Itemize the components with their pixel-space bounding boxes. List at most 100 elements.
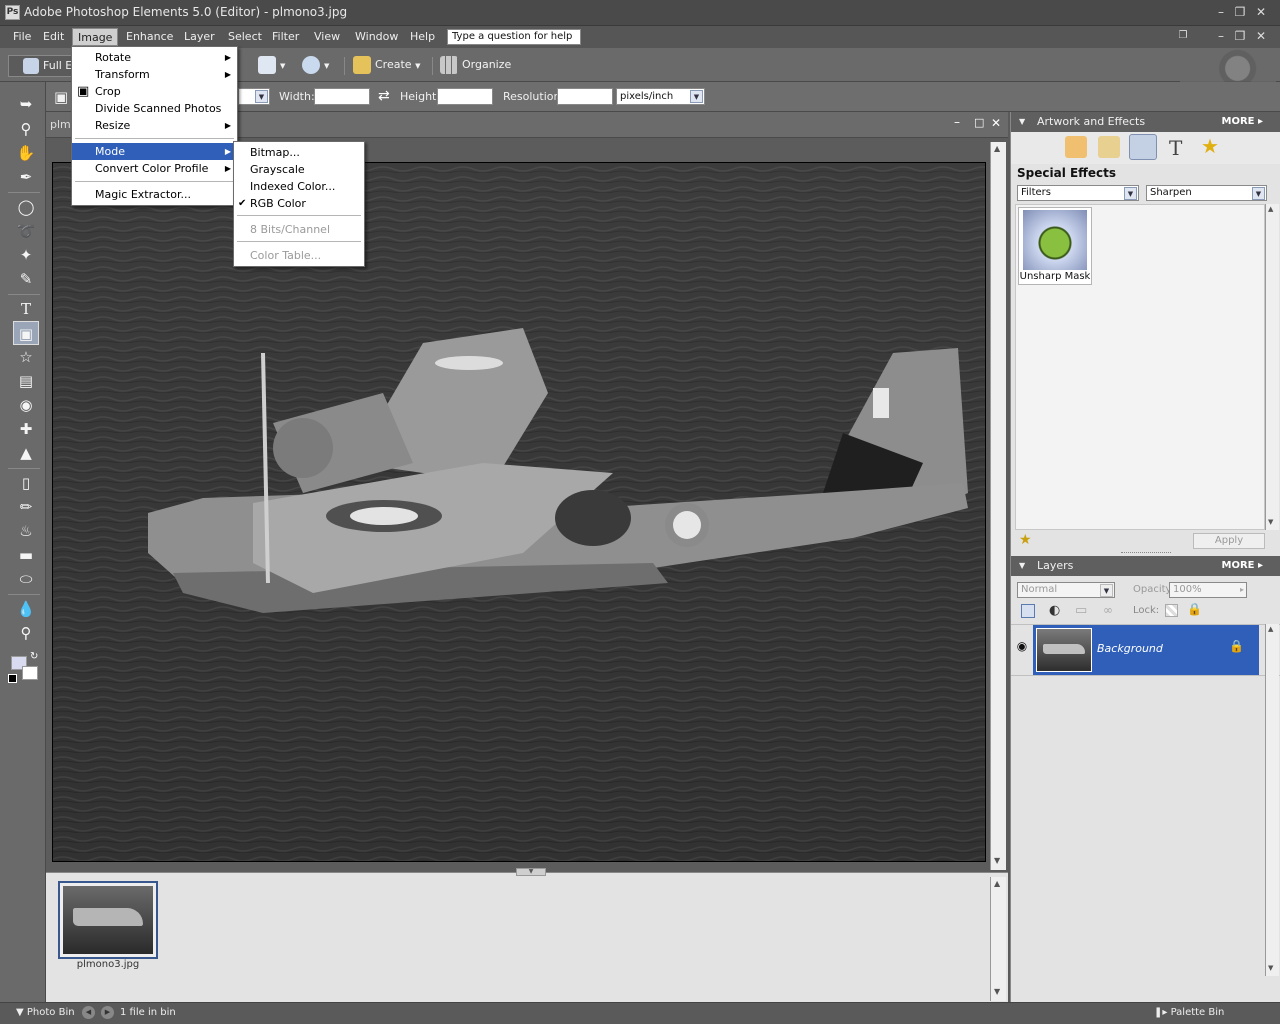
adjustment-layer-icon[interactable]: ◐ xyxy=(1049,603,1060,618)
link-layers-icon[interactable]: ∞ xyxy=(1103,603,1113,617)
help-search-input[interactable]: Type a question for help xyxy=(447,29,581,45)
cookie-cutter-tool-icon[interactable]: ☆ xyxy=(13,345,39,369)
straighten-tool-icon[interactable]: ▤ xyxy=(13,369,39,393)
artwork-more-button[interactable]: MORE ▸ xyxy=(1222,112,1264,132)
artwork-category-icon[interactable] xyxy=(1065,136,1087,158)
menu-image[interactable]: Image xyxy=(72,28,119,46)
photo-thumbnail[interactable] xyxy=(58,881,158,959)
effects-scrollbar[interactable]: ▲ ▼ xyxy=(1265,204,1279,530)
canvas-vertical-scrollbar[interactable]: ▲ ▼ xyxy=(990,142,1006,870)
swap-dimensions-icon[interactable]: ⇄ xyxy=(378,88,390,104)
shape-tool-icon[interactable]: ⬭ xyxy=(13,567,39,591)
favorites-star-icon[interactable]: ★ xyxy=(1201,134,1219,158)
menu-window[interactable]: Window xyxy=(350,28,403,46)
height-input[interactable] xyxy=(437,88,493,105)
menu-view[interactable]: View xyxy=(309,28,345,46)
lock-transparency-icon[interactable] xyxy=(1165,604,1178,617)
filters-select[interactable]: Filters ▼ xyxy=(1017,185,1139,201)
units-select[interactable]: pixels/inch ▼ xyxy=(616,88,705,105)
scroll-up-icon[interactable]: ▲ xyxy=(994,879,1000,888)
menu-help[interactable]: Help xyxy=(405,28,440,46)
lasso-tool-icon[interactable]: ➰ xyxy=(13,219,39,243)
eraser-tool-icon[interactable]: ▯ xyxy=(13,471,39,495)
menu-item-resize[interactable]: Resize ▶ xyxy=(72,117,237,134)
blend-mode-select[interactable]: Normal ▼ xyxy=(1017,582,1115,598)
menu-select[interactable]: Select xyxy=(223,28,267,46)
create-button[interactable]: Create ▼ xyxy=(353,55,420,77)
minimize-icon[interactable]: – xyxy=(1212,4,1230,20)
hand-tool-icon[interactable]: ✋ xyxy=(13,141,39,165)
previous-photo-icon[interactable]: ◀ xyxy=(82,1006,95,1019)
menu-enhance[interactable]: Enhance xyxy=(121,28,178,46)
pencil-tool-icon[interactable]: ✏ xyxy=(13,495,39,519)
menu-filter[interactable]: Filter xyxy=(267,28,304,46)
resolution-input[interactable] xyxy=(557,88,613,105)
doc-win-minimize-icon[interactable]: – xyxy=(954,115,960,129)
text-effects-icon[interactable]: T xyxy=(1169,136,1182,160)
opacity-input[interactable]: 100% ▸ xyxy=(1169,582,1247,598)
clone-stamp-tool-icon[interactable]: ▲ xyxy=(13,441,39,465)
doc-maximize-icon[interactable]: ❐ xyxy=(1231,28,1249,44)
image-canvas[interactable] xyxy=(52,162,986,862)
layers-scrollbar[interactable]: ▲ ▼ xyxy=(1265,624,1279,976)
category-select[interactable]: Sharpen ▼ xyxy=(1146,185,1267,201)
bin-resize-handle[interactable]: ▼ xyxy=(516,868,546,876)
marquee-tool-icon[interactable]: ◯ xyxy=(13,195,39,219)
paint-bucket-tool-icon[interactable]: ♨ xyxy=(13,519,39,543)
menu-item-rotate[interactable]: Rotate ▶ xyxy=(72,49,237,66)
layers-header[interactable]: ▼ Layers MORE ▸ xyxy=(1011,556,1280,576)
lock-all-icon[interactable]: 🔒 xyxy=(1187,602,1202,616)
photo-bin-toggle[interactable]: ▼ Photo Bin xyxy=(16,1007,75,1018)
crop-tool-icon[interactable]: ▣ xyxy=(13,321,39,345)
new-layer-icon[interactable] xyxy=(1021,604,1035,618)
doc-win-close-icon[interactable]: ✕ xyxy=(991,116,1001,130)
menu-item-transform[interactable]: Transform ▶ xyxy=(72,66,237,83)
palette-bin-toggle[interactable]: ❚▸ Palette Bin xyxy=(1154,1007,1224,1018)
sponge-tool-icon[interactable]: ⚲ xyxy=(13,621,39,645)
layer-row-background[interactable]: Background 🔒 xyxy=(1033,625,1259,675)
bin-vertical-scrollbar[interactable]: ▲ ▼ xyxy=(990,877,1006,1001)
layers-more-button[interactable]: MORE ▸ xyxy=(1222,556,1264,576)
add-favorite-star-icon[interactable]: ★ xyxy=(1019,532,1032,548)
scroll-up-icon[interactable]: ▲ xyxy=(1268,625,1273,633)
menu-item-crop[interactable]: ▣ Crop xyxy=(72,83,237,100)
print-button[interactable]: ▼ xyxy=(258,55,285,77)
menu-edit[interactable]: Edit xyxy=(38,28,69,46)
apply-button[interactable]: Apply xyxy=(1193,533,1265,549)
menu-item-magic-extractor[interactable]: Magic Extractor... xyxy=(72,186,237,203)
red-eye-tool-icon[interactable]: ◉ xyxy=(13,393,39,417)
zoom-tool-icon[interactable]: ⚲ xyxy=(13,117,39,141)
selection-brush-tool-icon[interactable]: ✎ xyxy=(13,267,39,291)
eyedropper-tool-icon[interactable]: ✒ xyxy=(13,165,39,189)
menu-file[interactable]: File xyxy=(8,28,36,46)
scroll-down-icon[interactable]: ▼ xyxy=(1268,964,1273,972)
next-photo-icon[interactable]: ▶ xyxy=(101,1006,114,1019)
menu-item-mode[interactable]: Mode ▶ xyxy=(72,143,237,160)
default-colors-icon[interactable] xyxy=(8,674,17,683)
width-input[interactable] xyxy=(314,88,370,105)
layer-visibility-eye-icon[interactable]: ◉ xyxy=(1013,639,1031,657)
menu-item-bitmap[interactable]: Bitmap... xyxy=(234,144,364,161)
menu-item-grayscale[interactable]: Grayscale xyxy=(234,161,364,178)
blur-tool-icon[interactable]: 💧 xyxy=(13,597,39,621)
menu-item-divide-scanned-photos[interactable]: Divide Scanned Photos xyxy=(72,100,237,117)
effects-category-icon[interactable] xyxy=(1129,134,1157,160)
scroll-down-icon[interactable]: ▼ xyxy=(1268,518,1273,526)
scroll-up-icon[interactable]: ▲ xyxy=(1268,205,1273,213)
scroll-down-icon[interactable]: ▼ xyxy=(994,856,1000,865)
panel-resize-handle[interactable] xyxy=(1121,552,1171,555)
swap-colors-icon[interactable]: ↻ xyxy=(30,651,38,662)
restore-icon[interactable]: ❐ xyxy=(1231,4,1249,20)
close-icon[interactable]: ✕ xyxy=(1252,4,1270,20)
delete-layer-icon[interactable]: ▭ xyxy=(1075,603,1087,618)
background-color-swatch[interactable] xyxy=(22,666,38,680)
full-edit-tab[interactable]: Full E xyxy=(8,55,74,77)
doc-win-maximize-icon[interactable]: □ xyxy=(974,116,984,129)
doc-close-icon[interactable]: ✕ xyxy=(1252,28,1270,44)
doc-restore-icon[interactable]: ❐ xyxy=(1174,28,1192,44)
move-tool-icon[interactable]: ➥ xyxy=(13,92,39,116)
menu-layer[interactable]: Layer xyxy=(179,28,220,46)
menu-item-rgb-color[interactable]: ✔ RGB Color xyxy=(234,195,364,212)
share-button[interactable]: ▼ xyxy=(302,55,329,77)
doc-minimize-icon[interactable]: – xyxy=(1212,28,1230,44)
